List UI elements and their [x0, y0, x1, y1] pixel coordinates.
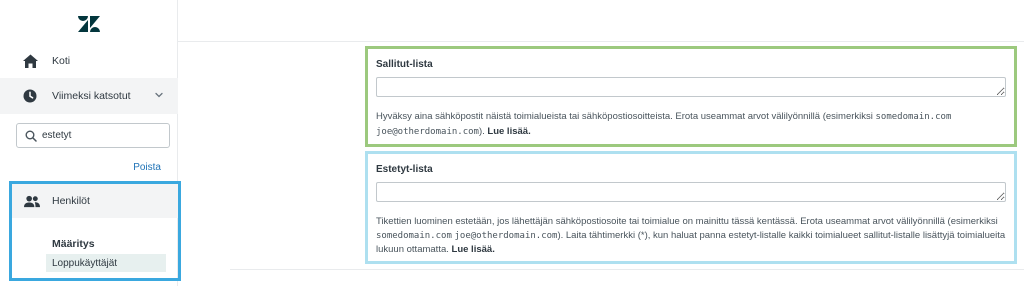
- blocklist-learn-more-link[interactable]: Lue lisää.: [452, 244, 495, 255]
- nav-item-home[interactable]: Koti: [0, 43, 178, 79]
- allowlist-learn-more-link[interactable]: Lue lisää.: [487, 126, 530, 137]
- blocklist-hint-text: Tikettien luominen estetään, jos lähettä…: [376, 216, 998, 227]
- zendesk-logo-icon: [78, 16, 100, 32]
- nav-item-people[interactable]: Henkilöt: [12, 184, 178, 218]
- sidebar: Koti Viimeksi katsotut Poista: [0, 0, 181, 286]
- blocklist-hint: Tikettien luominen estetään, jos lähettä…: [376, 215, 1011, 257]
- clock-icon: [22, 88, 38, 104]
- allowlist-section: Sallitut-lista Hyväksy aina sähköpostit …: [365, 46, 1017, 147]
- people-section: Henkilöt Määritys Loppukäyttäjät: [9, 181, 181, 281]
- search-input[interactable]: [42, 130, 162, 141]
- footer-divider: [230, 269, 1024, 270]
- nav-item-people-label: Henkilöt: [52, 195, 90, 207]
- search-field[interactable]: [16, 123, 170, 148]
- allowlist-hint: Hyväksy aina sähköpostit näistä toimialu…: [376, 110, 1011, 139]
- header-divider: [178, 41, 1024, 42]
- blocklist-example-email: joe@otherdomain.com: [454, 230, 558, 241]
- home-icon: [22, 53, 38, 69]
- nav-item-recently-viewed[interactable]: Viimeksi katsotut: [0, 78, 178, 114]
- blocklist-example-domain: somedomain.com: [376, 230, 452, 241]
- search-icon: [25, 130, 37, 142]
- nav-item-recently-viewed-label: Viimeksi katsotut: [52, 90, 131, 102]
- chevron-down-icon[interactable]: [154, 90, 164, 103]
- allowlist-hint-text: Hyväksy aina sähköpostit näistä toimialu…: [376, 111, 876, 122]
- allowlist-textarea[interactable]: [376, 77, 1006, 97]
- blocklist-section: Estetyt-lista Tikettien luominen estetää…: [365, 151, 1017, 264]
- allowlist-example-email: joe@otherdomain.com: [376, 126, 479, 137]
- blocklist-title: Estetyt-lista: [376, 164, 433, 175]
- clear-search-link[interactable]: Poista: [133, 162, 161, 173]
- nav-item-home-label: Koti: [52, 55, 71, 67]
- blocklist-textarea[interactable]: [376, 182, 1006, 202]
- allowlist-title: Sallitut-lista: [376, 59, 433, 70]
- allowlist-example-domain: somedomain.com: [875, 112, 952, 122]
- settings-heading: Määritys: [52, 238, 95, 250]
- nav-subitem-end-users[interactable]: Loppukäyttäjät: [46, 254, 166, 272]
- zendesk-logo[interactable]: [0, 6, 178, 42]
- people-icon: [24, 194, 40, 208]
